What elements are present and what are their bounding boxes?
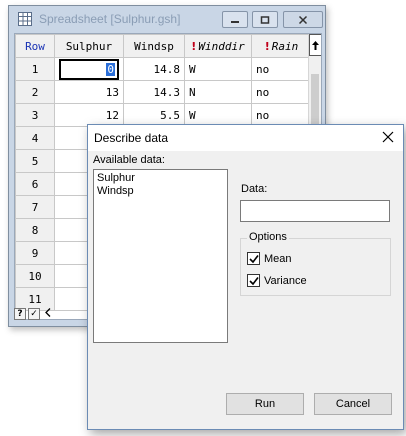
header-row: Row Sulphur Windsp ! Winddir ! Rain xyxy=(15,34,312,58)
row-number[interactable]: 9 xyxy=(15,241,55,265)
list-item[interactable]: Windsp xyxy=(97,185,224,198)
minimize-icon xyxy=(231,20,239,23)
available-data-label: Available data: xyxy=(93,154,165,166)
arrow-up-icon xyxy=(312,40,319,50)
text-column-marker-icon: ! xyxy=(264,39,270,53)
data-label: Data: xyxy=(241,183,268,195)
spreadsheet-title: Spreadsheet [Sulphur.gsh] xyxy=(39,12,181,26)
data-field[interactable] xyxy=(240,200,390,222)
check-button[interactable]: ✓ xyxy=(28,308,40,320)
list-item[interactable]: Sulphur xyxy=(97,172,224,185)
column-header-windsp[interactable]: Windsp xyxy=(123,34,185,58)
variance-checkbox[interactable] xyxy=(247,274,260,287)
column-header-sulphur[interactable]: Sulphur xyxy=(54,34,124,58)
run-button[interactable]: Run xyxy=(226,393,304,415)
checkmark-icon xyxy=(248,254,259,263)
column-header-rain[interactable]: ! Rain xyxy=(251,34,312,58)
minimize-button[interactable] xyxy=(222,11,248,28)
variance-option[interactable]: Variance xyxy=(247,274,307,287)
close-button[interactable] xyxy=(283,11,323,28)
options-label: Options xyxy=(247,231,289,243)
close-icon[interactable] xyxy=(381,130,395,144)
options-group: Options Mean Variance xyxy=(240,231,391,296)
available-data-list[interactable]: Sulphur Windsp xyxy=(93,169,228,343)
maximize-icon xyxy=(260,15,270,24)
row-number[interactable]: 8 xyxy=(15,218,55,242)
selected-cell[interactable]: 0 xyxy=(54,57,124,81)
scroll-thumb[interactable] xyxy=(311,74,319,124)
dialog-titlebar: Describe data xyxy=(88,125,403,151)
cancel-button[interactable]: Cancel xyxy=(314,393,392,415)
describe-data-dialog: Describe data Available data: Sulphur Wi… xyxy=(87,124,404,430)
table-row: 1 0 14.8 W no xyxy=(15,57,312,81)
scroll-up-button[interactable] xyxy=(309,34,321,56)
cell[interactable]: 14.3 xyxy=(123,80,185,104)
spreadsheet-titlebar: Spreadsheet [Sulphur.gsh] xyxy=(9,6,325,32)
dialog-title: Describe data xyxy=(94,131,169,145)
row-number[interactable]: 10 xyxy=(15,264,55,288)
variance-label: Variance xyxy=(264,274,307,287)
scroll-left-icon[interactable] xyxy=(45,308,51,320)
table-row: 2 13 14.3 N no xyxy=(15,80,312,104)
cell[interactable]: 14.8 xyxy=(123,57,185,81)
checkmark-icon xyxy=(248,276,259,285)
row-number[interactable]: 3 xyxy=(15,103,55,127)
close-icon xyxy=(298,15,308,24)
cell[interactable]: W xyxy=(184,57,252,81)
row-number[interactable]: 4 xyxy=(15,126,55,150)
cell[interactable]: 13 xyxy=(54,80,124,104)
row-number[interactable]: 1 xyxy=(15,57,55,81)
mean-option[interactable]: Mean xyxy=(247,252,292,265)
help-button[interactable]: ? xyxy=(14,308,26,320)
mean-checkbox[interactable] xyxy=(247,252,260,265)
maximize-button[interactable] xyxy=(252,11,278,28)
row-number[interactable]: 7 xyxy=(15,195,55,219)
column-header-winddir[interactable]: ! Winddir xyxy=(184,34,252,58)
row-number[interactable]: 2 xyxy=(15,80,55,104)
cell[interactable]: N xyxy=(184,80,252,104)
spreadsheet-icon xyxy=(18,12,32,26)
row-number[interactable]: 5 xyxy=(15,149,55,173)
cell[interactable]: no xyxy=(251,57,312,81)
column-header-row[interactable]: Row xyxy=(15,34,55,58)
mean-label: Mean xyxy=(264,252,292,265)
cell[interactable]: no xyxy=(251,80,312,104)
text-column-marker-icon: ! xyxy=(191,39,197,53)
cell-value: 0 xyxy=(106,62,115,76)
row-number[interactable]: 6 xyxy=(15,172,55,196)
